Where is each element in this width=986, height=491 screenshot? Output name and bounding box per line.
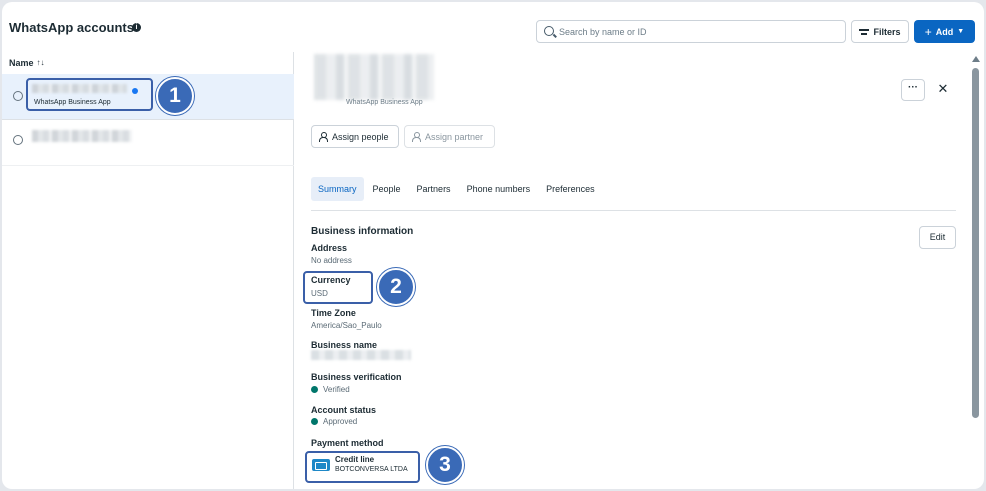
tab-phone-numbers[interactable]: Phone numbers (460, 177, 538, 201)
search-icon (544, 26, 554, 36)
assign-partner-label: Assign partner (425, 131, 484, 142)
accounts-list: Name ↑↓ WhatsApp Business App (2, 52, 294, 489)
app-window: WhatsApp accounts i Filters + Add ▼ Name… (2, 2, 984, 489)
timezone-value: America/Sao_Paulo (311, 321, 382, 330)
redacted-account-header (314, 54, 434, 100)
verification-value: Verified (323, 385, 350, 394)
person-icon (412, 132, 421, 142)
filters-label: Filters (873, 26, 901, 37)
filter-icon (859, 28, 870, 35)
search-input[interactable] (559, 23, 839, 41)
verification-label: Business verification (311, 372, 402, 382)
tab-preferences[interactable]: Preferences (539, 177, 602, 201)
tab-summary[interactable]: Summary (311, 177, 364, 201)
more-options-button[interactable]: ··· (901, 79, 925, 101)
name-column-header[interactable]: Name ↑↓ (9, 58, 45, 68)
page-title: WhatsApp accounts (9, 20, 134, 35)
sort-icon[interactable]: ↑↓ (37, 58, 45, 68)
payment-method-label: Payment method (311, 438, 384, 448)
callout-badge-3: 3 (426, 446, 464, 484)
plus-icon: + (924, 24, 932, 39)
chevron-down-icon: ▼ (957, 28, 965, 35)
callout-box-1 (26, 78, 153, 111)
scrollbar-thumb[interactable] (972, 68, 979, 418)
detail-account-type: WhatsApp Business App (346, 99, 423, 106)
callout-box-2 (303, 271, 373, 304)
divider (311, 210, 956, 211)
person-icon (319, 132, 328, 142)
scroll-up-arrow[interactable] (972, 56, 980, 62)
verification-status: Verified (311, 385, 350, 394)
address-label: Address (311, 243, 348, 253)
scrollbar[interactable] (971, 54, 980, 489)
callout-badge-2: 2 (377, 268, 415, 306)
tab-people[interactable]: People (366, 177, 408, 201)
info-icon[interactable]: i (132, 23, 141, 32)
edit-button[interactable]: Edit (919, 226, 956, 249)
account-status-label: Account status (311, 405, 377, 415)
account-status: Approved (311, 417, 357, 426)
whatsapp-icon (13, 91, 23, 101)
name-column-label: Name (9, 58, 34, 68)
redacted-business-name (311, 350, 411, 360)
assign-people-label: Assign people (332, 131, 389, 142)
callout-badge-1: 1 (156, 77, 194, 115)
list-item[interactable] (2, 120, 294, 166)
close-icon[interactable]: ✕ (935, 79, 951, 99)
redacted-account-name (32, 130, 132, 142)
status-dot (311, 418, 318, 425)
assign-people-button[interactable]: Assign people (311, 125, 399, 148)
search-box[interactable] (536, 20, 846, 43)
filters-button[interactable]: Filters (851, 20, 909, 43)
assign-partner-button[interactable]: Assign partner (404, 125, 495, 148)
whatsapp-icon (13, 135, 23, 145)
timezone-label: Time Zone (311, 308, 356, 318)
tab-bar: Summary People Partners Phone numbers Pr… (311, 176, 604, 202)
tab-partners[interactable]: Partners (410, 177, 458, 201)
status-dot (311, 386, 318, 393)
account-status-value: Approved (323, 417, 358, 426)
section-title: Business information (311, 226, 414, 237)
add-label: Add (935, 26, 954, 37)
business-name-label: Business name (311, 340, 378, 350)
add-button[interactable]: + Add ▼ (914, 20, 975, 43)
address-value: No address (311, 256, 352, 265)
callout-box-3 (305, 451, 420, 483)
